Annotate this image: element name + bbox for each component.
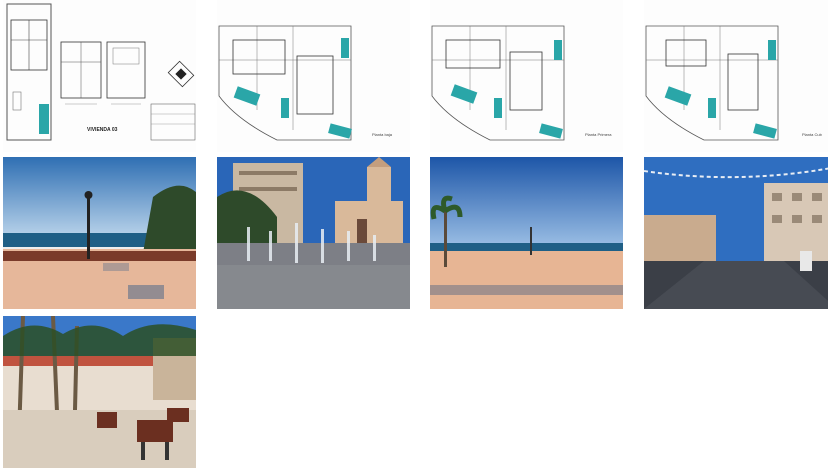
- thumbnail-photo-church-fountain[interactable]: [217, 157, 410, 309]
- plan-caption: Planta Cub: [802, 132, 823, 137]
- photo-promenade-lamp: [3, 157, 196, 309]
- thumbnail-plan-planta-primera[interactable]: Planta Primera: [430, 0, 623, 152]
- thumbnail-photo-seafront[interactable]: [430, 157, 623, 309]
- floor-plan-drawing: Planta Primera: [430, 0, 623, 152]
- photo-church-fountain: [217, 157, 410, 309]
- floor-plan-drawing: Planta baja: [217, 0, 410, 152]
- plan-caption: Planta baja: [372, 132, 393, 137]
- photo-street-lights: [644, 157, 828, 309]
- thumbnail-photo-street[interactable]: [644, 157, 828, 309]
- floor-plan-drawing: VIVIENDA 03: [3, 0, 196, 152]
- photo-plaza-benches: [3, 316, 196, 468]
- thumbnail-photo-promenade[interactable]: [3, 157, 196, 309]
- thumbnail-photo-plaza[interactable]: [3, 316, 196, 468]
- thumbnail-plan-vivienda[interactable]: VIVIENDA 03: [3, 0, 196, 152]
- photo-seafront-palm: [430, 157, 623, 309]
- thumbnail-plan-planta-baja[interactable]: Planta baja: [217, 0, 410, 152]
- plan-title: VIVIENDA 03: [87, 127, 118, 133]
- plan-caption: Planta Primera: [585, 132, 612, 137]
- thumbnail-plan-planta-cub[interactable]: Planta Cub: [644, 0, 828, 152]
- floor-plan-drawing: Planta Cub: [644, 0, 828, 152]
